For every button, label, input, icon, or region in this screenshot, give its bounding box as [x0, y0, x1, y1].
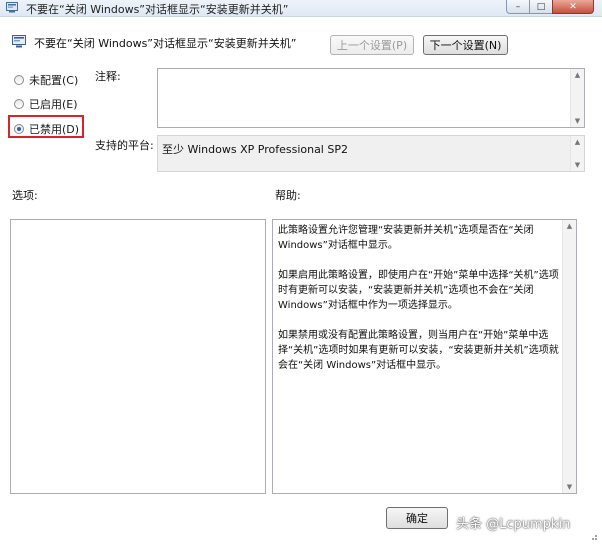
policy-settings-icon: [6, 2, 18, 13]
help-label: 帮助:: [275, 189, 301, 202]
window-titlebar[interactable]: 不要在“关闭 Windows”对话框显示“安装更新并关机” – □ ✕: [0, 0, 602, 17]
policy-settings-icon: [12, 35, 26, 48]
help-scrollbar[interactable]: ▲ ▼: [562, 220, 576, 493]
help-paragraph: 此策略设置允许您管理“安装更新并关机”选项是否在“关闭 Windows”对话框中…: [278, 225, 534, 251]
chevron-down-icon[interactable]: ▼: [563, 481, 576, 493]
options-panel: [10, 219, 266, 494]
supported-platform-label: 支持的平台:: [95, 139, 154, 152]
chevron-up-icon[interactable]: ▲: [571, 69, 584, 81]
window-title: 不要在“关闭 Windows”对话框显示“安装更新并关机”: [26, 3, 289, 16]
chevron-down-icon[interactable]: ▼: [571, 159, 584, 171]
next-setting-button[interactable]: 下一个设置(N): [423, 35, 508, 55]
ok-button[interactable]: 确定: [386, 507, 448, 529]
help-text: 此策略设置允许您管理“安装更新并关机”选项是否在“关闭 Windows”对话框中…: [278, 223, 564, 388]
chevron-down-icon[interactable]: ▼: [571, 115, 584, 127]
help-panel: 此策略设置允许您管理“安装更新并关机”选项是否在“关闭 Windows”对话框中…: [272, 219, 577, 494]
supported-platform-value: 至少 Windows XP Professional SP2: [162, 143, 348, 156]
previous-setting-button[interactable]: 上一个设置(P): [330, 35, 414, 55]
dialog-client-area: 不要在“关闭 Windows”对话框显示“安装更新并关机” 上一个设置(P) 下…: [0, 17, 602, 545]
maximize-button[interactable]: □: [529, 0, 553, 14]
comment-scrollbar[interactable]: ▲ ▼: [570, 69, 584, 127]
help-paragraph: 如果禁用或没有配置此策略设置，则当用户在“开始”菜单中选择“关机”选项时如果有更…: [278, 330, 559, 371]
chevron-up-icon[interactable]: ▲: [563, 220, 576, 232]
options-label: 选项:: [12, 189, 38, 202]
minimize-button[interactable]: –: [506, 0, 530, 14]
selected-option-highlight: [8, 115, 84, 138]
radio-circle[interactable]: [14, 99, 24, 109]
comment-label: 注释:: [95, 70, 121, 83]
window-controls: – □ ✕: [506, 0, 594, 14]
watermark-text: 头条 @Lcpumpkin: [456, 517, 571, 532]
policy-title: 不要在“关闭 Windows”对话框显示“安装更新并关机”: [34, 37, 297, 50]
radio-not-configured[interactable]: 未配置(C): [14, 72, 78, 88]
radio-label: 已启用(E): [29, 98, 78, 111]
radio-enabled[interactable]: 已启用(E): [14, 96, 78, 112]
close-button[interactable]: ✕: [552, 0, 594, 14]
comment-textarea[interactable]: ▲ ▼: [157, 68, 585, 128]
chevron-up-icon[interactable]: ▲: [571, 136, 584, 148]
radio-label: 未配置(C): [29, 74, 79, 87]
radio-circle[interactable]: [14, 75, 24, 85]
supported-platform-box: 至少 Windows XP Professional SP2 ▲ ▼: [157, 135, 585, 172]
help-paragraph: 如果启用此策略设置，即使用户在“开始”菜单中选择“关机”选项时有更新可以安装，“…: [278, 270, 559, 311]
resize-grip-icon[interactable]: [588, 531, 598, 541]
platform-scrollbar[interactable]: ▲ ▼: [570, 136, 584, 171]
